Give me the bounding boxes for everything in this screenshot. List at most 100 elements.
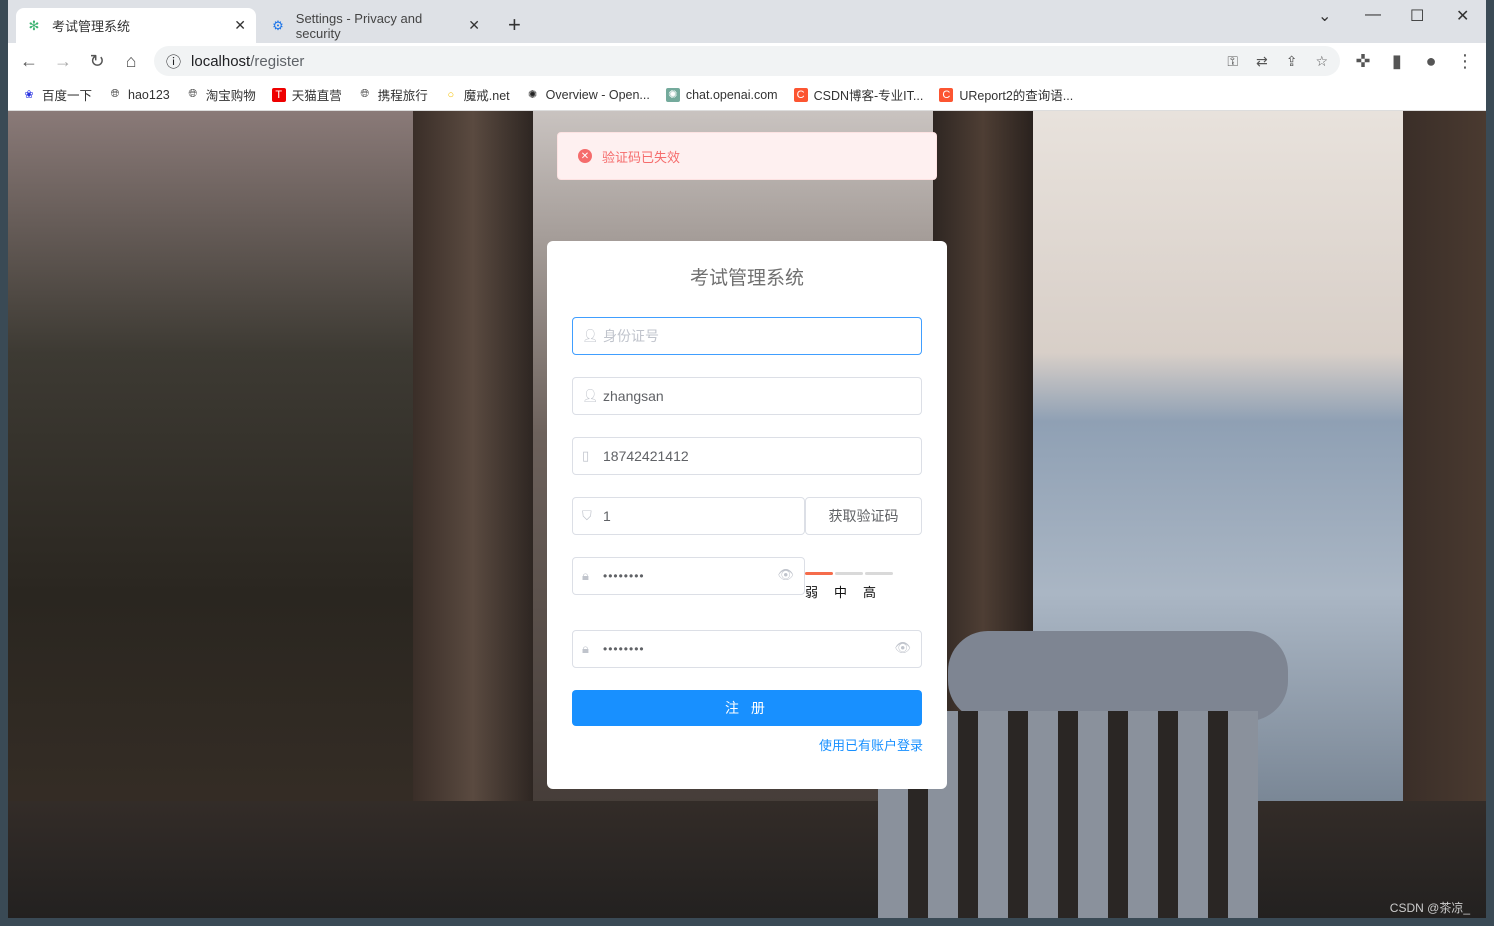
globe-icon: 🌐︎: [360, 88, 370, 100]
confirm-password-input[interactable]: 🔒︎ •••••••• 👁︎: [572, 630, 922, 668]
tab-settings[interactable]: ⚙ Settings - Privacy and security ✕: [260, 8, 490, 43]
bookmark-item[interactable]: C UReport2的查询语...: [939, 85, 1073, 104]
translate-icon[interactable]: ⇄: [1256, 53, 1268, 70]
error-circle-icon: ✕: [578, 149, 592, 163]
leaf-icon: ✻: [28, 17, 40, 33]
tab-label: 考试管理系统: [52, 19, 131, 34]
close-window-button[interactable]: ✕: [1456, 6, 1469, 26]
user-icon: 👤︎: [582, 388, 599, 403]
password-strength-bar: [805, 572, 893, 575]
page-background: ✕ 验证码已失效 考试管理系统 👤︎ 身份证号 👤︎ zhangsan ▯ 18…: [8, 111, 1486, 918]
extensions-icon[interactable]: ✜: [1352, 51, 1374, 72]
eye-icon[interactable]: 👁︎: [894, 640, 911, 656]
browser-window: ✻ 考试管理系统 ✕ ⚙ Settings - Privacy and secu…: [8, 0, 1486, 918]
password-value: ••••••••: [603, 569, 645, 583]
bookmark-item[interactable]: ○ 魔戒.net: [444, 85, 510, 104]
strength-high: 高: [863, 585, 877, 600]
strength-weak: 弱: [805, 585, 819, 600]
bookmark-item[interactable]: 🌐︎ 携程旅行: [358, 85, 428, 104]
reload-icon[interactable]: ↻: [86, 51, 108, 72]
openai-icon: ✺: [665, 87, 680, 102]
csdn-icon: C: [939, 87, 954, 102]
code-value: 1: [603, 508, 611, 524]
eye-icon[interactable]: 👁︎: [777, 567, 794, 583]
csdn-icon: C: [793, 87, 808, 102]
maximize-button[interactable]: ☐: [1410, 6, 1424, 26]
minimize-button[interactable]: —: [1365, 6, 1381, 24]
openai-icon: ✺: [528, 89, 538, 101]
tab-exam-system[interactable]: ✻ 考试管理系统 ✕: [16, 8, 256, 43]
url-host: localhost: [191, 52, 251, 70]
strength-segment: [865, 572, 893, 575]
key-icon[interactable]: ⚿: [1227, 53, 1238, 70]
lock-icon: 🔒︎: [582, 641, 589, 656]
confirm-password-value: ••••••••: [603, 642, 645, 656]
forward-icon[interactable]: →: [52, 51, 74, 72]
watermark: CSDN @茶凉_: [1389, 901, 1470, 915]
globe-icon: 🌐︎: [110, 88, 120, 100]
bookmark-label: Overview - Open...: [545, 87, 650, 102]
register-button[interactable]: 注 册: [572, 690, 922, 726]
tab-bar: ✻ 考试管理系统 ✕ ⚙ Settings - Privacy and secu…: [8, 0, 1486, 43]
address-bar[interactable]: ⓘ localhost/register ⚿ ⇄ ⇪ ☆: [154, 46, 1340, 76]
bookmark-item[interactable]: 🌐︎ 淘宝购物: [186, 85, 256, 104]
login-link[interactable]: 使用已有账户登录: [819, 735, 923, 754]
url-path: /register: [250, 52, 305, 70]
menu-icon[interactable]: ⋮: [1454, 51, 1476, 72]
close-icon[interactable]: ✕: [234, 17, 246, 34]
register-card: 考试管理系统 👤︎ 身份证号 👤︎ zhangsan ▯ 18742421412…: [547, 241, 947, 789]
username-value: zhangsan: [603, 388, 664, 404]
bookmark-label: 百度一下: [42, 89, 93, 103]
bookmark-label: UReport2的查询语...: [959, 89, 1074, 103]
phone-value: 18742421412: [603, 448, 689, 464]
bookmark-label: 魔戒.net: [463, 89, 510, 103]
paw-icon: ❀: [24, 89, 34, 101]
bookmark-item[interactable]: 🌐︎ hao123: [108, 88, 170, 102]
strength-segment: [835, 572, 863, 575]
globe-icon: 🌐︎: [188, 88, 198, 100]
star-icon[interactable]: ☆: [1315, 53, 1328, 70]
get-code-button[interactable]: 获取验证码: [805, 497, 922, 535]
tab-label: Settings - Privacy and security: [295, 10, 423, 41]
share-icon[interactable]: ⇪: [1286, 53, 1298, 70]
tab-search-icon[interactable]: ⌄: [1318, 6, 1331, 26]
mobile-icon: ▯: [582, 448, 590, 463]
phone-input[interactable]: ▯ 18742421412: [572, 437, 922, 475]
strength-medium: 中: [834, 585, 848, 600]
nav-bar: ← → ↻ ⌂ ⓘ localhost/register ⚿ ⇄ ⇪ ☆ ✜ ▮…: [8, 43, 1486, 79]
bookmark-item[interactable]: ❀ 百度一下: [22, 85, 92, 104]
code-input[interactable]: ⛉ 1: [572, 497, 805, 535]
alert-message: 验证码已失效: [602, 149, 681, 165]
bookmark-item[interactable]: C CSDN博客-专业IT...: [793, 85, 924, 104]
bookmark-label: 天猫直营: [291, 89, 342, 103]
home-icon[interactable]: ⌂: [120, 51, 142, 72]
password-input[interactable]: 🔒︎ •••••••• 👁︎: [572, 557, 805, 595]
gear-icon: ⚙: [272, 17, 284, 33]
close-icon[interactable]: ✕: [468, 17, 480, 34]
bookmark-label: CSDN博客-专业IT...: [813, 89, 924, 103]
id-card-input[interactable]: 👤︎ 身份证号: [572, 317, 922, 355]
user-icon: 👤︎: [582, 328, 599, 343]
back-icon[interactable]: ←: [18, 51, 40, 72]
id-card-placeholder: 身份证号: [603, 328, 659, 344]
bookmark-label: hao123: [128, 87, 170, 102]
bookmark-label: 携程旅行: [377, 89, 428, 103]
ring-icon: ○: [447, 88, 455, 101]
bookmark-label: chat.openai.com: [685, 87, 778, 102]
new-tab-button[interactable]: +: [508, 12, 521, 38]
form-title: 考试管理系统: [689, 268, 804, 289]
tmall-icon: T: [271, 87, 286, 102]
bookmark-item[interactable]: ✺ chat.openai.com: [665, 87, 778, 102]
info-icon[interactable]: ⓘ: [166, 51, 181, 72]
bookmark-item[interactable]: ✺ Overview - Open...: [526, 88, 650, 102]
profile-avatar[interactable]: ●: [1420, 51, 1442, 72]
bookmark-label: 淘宝购物: [205, 89, 256, 103]
error-alert: ✕ 验证码已失效: [557, 132, 937, 180]
username-input[interactable]: 👤︎ zhangsan: [572, 377, 922, 415]
bookmarks-bar: ❀ 百度一下 🌐︎ hao123 🌐︎ 淘宝购物 T 天猫直营 🌐︎ 携程旅行 ○ 魔戒.n…: [8, 79, 1486, 111]
lock-icon: 🔒︎: [582, 568, 589, 583]
side-panel-icon[interactable]: ▮: [1386, 51, 1408, 72]
bookmark-item[interactable]: T 天猫直营: [271, 85, 342, 104]
shield-icon: ⛉: [582, 508, 592, 523]
strength-labels: 弱 中 高: [805, 582, 876, 601]
